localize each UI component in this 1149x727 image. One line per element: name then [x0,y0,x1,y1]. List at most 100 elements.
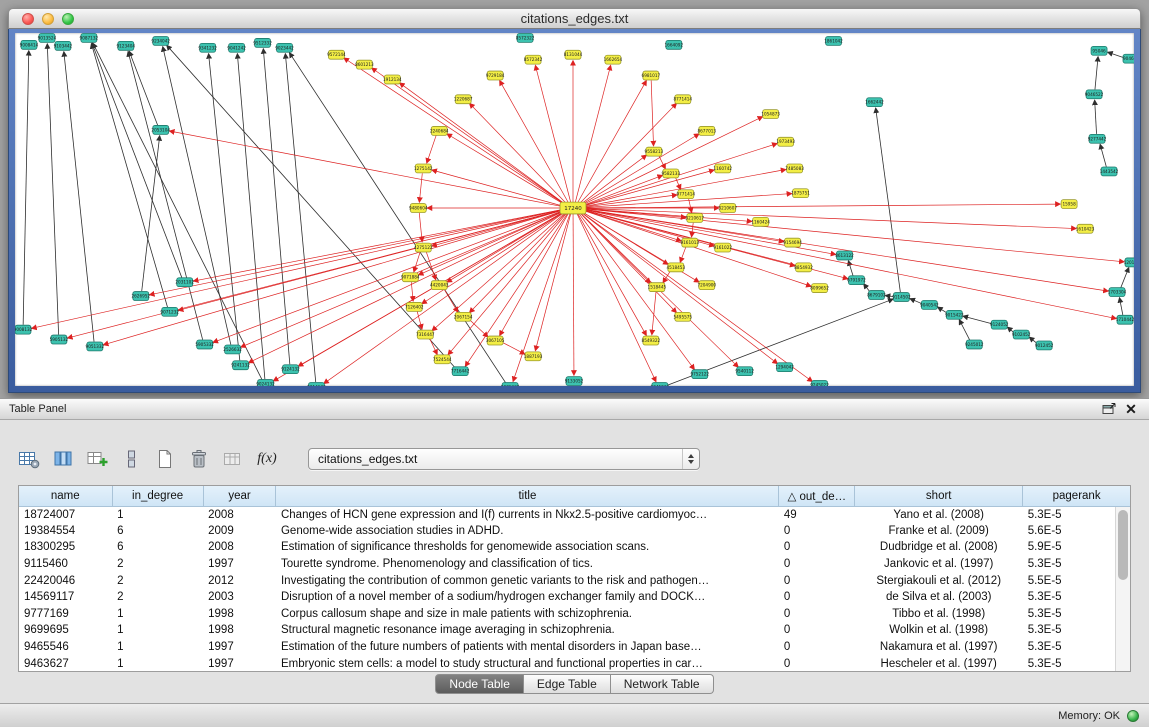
paper-node[interactable]: 4518453 [667,263,686,272]
paper-node[interactable]: 9008132 [15,325,33,334]
paper-node[interactable]: 7126402 [405,302,424,311]
close-panel-icon[interactable]: ✕ [1122,401,1140,417]
paper-node[interactable]: 3067105 [486,336,505,345]
cell-pagerank[interactable]: 5.5E-5 [1023,572,1130,589]
cell-short[interactable]: Wolkin et al. (1998) [855,622,1023,639]
cell-name[interactable]: 19384554 [19,523,112,540]
paper-node[interactable]: 9102452 [1012,330,1031,339]
paper-node[interactable]: 7316447 [416,330,435,339]
citation-edge[interactable] [500,81,569,204]
citation-edge[interactable] [689,199,692,213]
paper-node[interactable]: 5905132 [50,335,69,344]
zoom-window-button[interactable] [62,13,74,25]
add-column-icon[interactable] [84,446,110,472]
hub-paper-node[interactable]: 17240 [560,202,586,214]
paper-node[interactable]: 1703304 [1108,288,1127,297]
import-table-icon[interactable] [220,446,246,472]
citation-edge[interactable] [419,210,566,275]
paper-node[interactable]: 7716442 [451,367,470,376]
paper-node[interactable]: 904622 [1123,54,1134,63]
citation-edge[interactable] [91,44,167,307]
paper-node[interactable]: 9234042 [151,36,170,45]
citation-edge[interactable] [575,65,611,203]
table-row[interactable]: 1456911722003Disruption of a novel membe… [19,589,1130,606]
paper-node[interactable]: 9015422 [945,310,964,319]
tab-network-table[interactable]: Network Table [611,674,714,694]
paper-node[interactable]: 8854932 [794,263,813,272]
citation-edge[interactable] [581,209,836,255]
cell-in_degree[interactable]: 1 [112,622,203,639]
paper-node[interactable]: 1518445 [648,283,667,292]
paper-node[interactable]: 8771414 [674,95,693,104]
citation-edge[interactable] [427,135,436,163]
float-panel-icon[interactable] [1100,401,1118,417]
citation-edge[interactable] [579,211,777,364]
paper-node[interactable]: 9480604 [409,204,428,213]
column-header-out_de[interactable]: △ out_de… [779,486,855,506]
paper-node[interactable]: 9008414 [20,40,39,49]
citation-edge[interactable] [503,342,525,354]
cell-title[interactable]: Disruption of a novel member of a sodium… [276,589,779,606]
paper-node[interactable]: 9013524 [38,33,57,42]
citation-edge[interactable] [581,170,714,207]
paper-node[interactable]: 1973493 [776,137,795,146]
cell-in_degree[interactable]: 6 [112,523,203,540]
paper-node[interactable]: 3210607 [718,204,737,213]
cell-title[interactable]: Tourette syndrome. Phenomenology and cla… [276,556,779,573]
paper-node[interactable]: 8099652 [810,284,829,293]
paper-node[interactable]: 9161022 [713,243,732,252]
citation-edge[interactable] [470,320,488,337]
paper-node[interactable]: 1887193 [524,352,543,361]
citation-network-graph[interactable]: 1724032106071160742867701387714146981017… [15,33,1134,386]
paper-node[interactable]: 6791972 [847,276,866,285]
cell-title[interactable]: Embryonic stem cells: a model to study s… [276,655,779,672]
column-header-short[interactable]: short [855,486,1023,506]
paper-node[interactable]: 9582133 [662,169,681,178]
function-icon[interactable]: f(x) [254,446,280,472]
cell-pagerank[interactable]: 5.3E-5 [1023,622,1130,639]
paper-node[interactable]: 5495575 [674,312,693,321]
cell-pagerank[interactable]: 5.6E-5 [1023,523,1130,540]
cell-short[interactable]: Jankovic et al. (1997) [855,556,1023,573]
citation-edge[interactable] [344,58,566,205]
cell-year[interactable]: 2009 [203,523,276,540]
table-selector[interactable]: citations_edges.txt [308,448,700,470]
paper-node[interactable]: 9214132 [307,383,326,386]
paper-node[interactable]: 9046522 [1085,90,1104,99]
citation-edge[interactable] [263,49,290,364]
citation-edge[interactable] [400,83,567,205]
table-row[interactable]: 1872400712008Changes of HCN gene express… [19,506,1130,523]
paper-node[interactable]: 1875751 [791,189,810,198]
cell-out_de[interactable]: 0 [779,556,855,573]
citation-edge[interactable] [289,53,505,383]
cell-short[interactable]: Yano et al. (2008) [855,506,1023,523]
cell-pagerank[interactable]: 5.3E-5 [1023,639,1130,656]
paper-node[interactable]: 1710442 [1116,315,1134,324]
table-scrollbar[interactable] [1115,507,1130,671]
citation-edge[interactable] [470,212,568,313]
paper-node[interactable]: 2067154 [454,312,473,321]
cell-pagerank[interactable]: 5.3E-5 [1023,589,1130,606]
paper-node[interactable]: 9245012 [965,340,984,349]
paper-node[interactable]: 4420043 [430,281,449,290]
citation-edge[interactable] [535,213,571,351]
paper-node[interactable]: 9087132 [80,33,99,42]
paper-node[interactable]: 1160424 [751,217,770,226]
citation-edge[interactable] [581,208,1076,228]
paper-node[interactable]: 1662442 [865,98,884,107]
paper-node[interactable]: 4275122 [414,243,433,252]
cell-pagerank[interactable]: 5.3E-5 [1023,655,1130,672]
citation-edge[interactable] [237,54,265,379]
paper-node[interactable]: 8131044 [564,50,583,59]
paper-node[interactable]: 9540112 [735,367,754,376]
cell-name[interactable]: 9463627 [19,655,112,672]
paper-node[interactable]: 9114502 [892,293,911,302]
paper-node[interactable]: 1912134 [383,75,402,84]
citation-edge[interactable] [581,204,1060,208]
paper-node[interactable]: 1054873 [761,110,780,119]
cell-in_degree[interactable]: 6 [112,539,203,556]
cell-in_degree[interactable]: 1 [112,639,203,656]
citation-edge[interactable] [129,51,157,125]
table-mode-icon[interactable] [16,446,42,472]
paper-node[interactable]: 9161013 [680,238,699,247]
